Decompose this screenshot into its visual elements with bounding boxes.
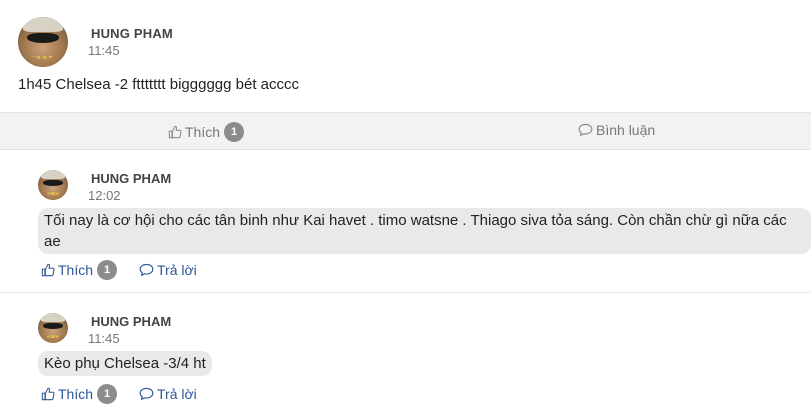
comment-like-count-badge: 1: [97, 384, 118, 404]
comment-item: HUNG PHAM 12:02 Tối nay là cơ hội cho cá…: [0, 150, 811, 292]
comment-reply-button[interactable]: Trả lời: [139, 262, 197, 278]
avatar-glasses: [27, 33, 59, 43]
avatar-hair: [41, 313, 65, 322]
comment-text-bubble: Kèo phụ Chelsea -3/4 ht: [38, 351, 212, 376]
comment-like-label: Thích: [58, 386, 94, 402]
avatar-chain: [47, 192, 59, 196]
comment-actions: Thích 1 Trả lời: [41, 260, 197, 280]
avatar-chain: [47, 335, 59, 339]
avatar-chain: [33, 53, 53, 59]
post-comment-button[interactable]: Bình luận: [578, 122, 655, 138]
comment-like-label: Thích: [58, 262, 94, 278]
comment-timestamp: 11:45: [88, 331, 120, 346]
post-timestamp: 11:45: [88, 43, 120, 58]
comment-timestamp: 12:02: [88, 188, 121, 203]
comment-reply-label: Trả lời: [157, 386, 197, 402]
comment-like-button[interactable]: Thích 1: [41, 384, 118, 404]
avatar-hair: [41, 170, 65, 179]
post-author-avatar[interactable]: [18, 17, 68, 67]
comment-like-count-badge: 1: [97, 260, 118, 280]
post-like-label: Thích: [185, 124, 221, 140]
comment-actions: Thích 1 Trả lời: [41, 384, 197, 404]
comment-item: HUNG PHAM 11:45 Kèo phụ Chelsea -3/4 ht …: [0, 292, 811, 406]
avatar-glasses: [43, 179, 63, 186]
post-like-button[interactable]: Thích 1: [168, 122, 245, 142]
avatar-hair: [23, 17, 63, 32]
comment-bubble-icon: [578, 123, 593, 136]
comment-like-button[interactable]: Thích 1: [41, 260, 118, 280]
post-author-name[interactable]: HUNG PHAM: [91, 26, 173, 41]
thumbs-up-icon: [41, 387, 55, 401]
comment-bubble-icon: [139, 263, 154, 276]
post-comment-label: Bình luận: [596, 122, 656, 138]
avatar-glasses: [43, 322, 63, 329]
comment-bubble-icon: [139, 387, 154, 400]
comment-author-avatar[interactable]: [38, 170, 68, 200]
post-text: 1h45 Chelsea -2 fttttttt bigggggg bét ac…: [18, 76, 300, 93]
thumbs-up-icon: [41, 263, 55, 277]
post-like-count-badge: 1: [224, 122, 245, 142]
comment-reply-label: Trả lời: [157, 262, 197, 278]
comment-author-avatar[interactable]: [38, 313, 68, 343]
comment-text-bubble: Tối nay là cơ hội cho các tân binh như K…: [38, 208, 811, 254]
thumbs-up-icon: [168, 125, 182, 139]
comment-reply-button[interactable]: Trả lời: [139, 386, 197, 402]
comment-author-name[interactable]: HUNG PHAM: [91, 171, 171, 186]
post-action-bar: Thích 1 Bình luận: [0, 112, 811, 150]
comment-author-name[interactable]: HUNG PHAM: [91, 314, 171, 329]
